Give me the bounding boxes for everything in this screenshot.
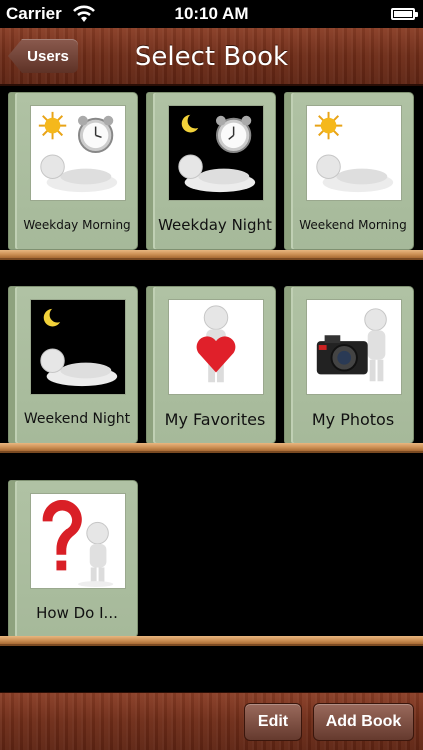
book-label: Weekend Morning [299, 218, 407, 232]
shelf-plank [0, 250, 423, 260]
sleeping-figure-moon-alarm-clock-icon [168, 105, 264, 201]
navigation-bar: Users Select Book [0, 28, 423, 86]
book-label: Weekend Night [23, 411, 131, 427]
book-my-photos[interactable]: My Photos [284, 286, 414, 444]
book-label: How Do I... [36, 604, 118, 622]
book-weekday-morning[interactable]: Weekday Morning [8, 92, 138, 250]
book-label: My Photos [311, 409, 395, 429]
figure-holding-heart-icon [168, 299, 264, 395]
book-weekday-night[interactable]: Weekday Night [146, 92, 276, 250]
figure-with-camera-icon [306, 299, 402, 395]
book-label: Weekday Night [158, 216, 272, 234]
shelf-plank [0, 636, 423, 646]
battery-icon [391, 8, 418, 20]
figure-question-mark-icon [30, 493, 126, 589]
add-book-button[interactable]: Add Book [313, 703, 414, 741]
edit-button[interactable]: Edit [244, 703, 302, 741]
book-label: Weekday Morning [23, 218, 131, 232]
book-weekend-morning[interactable]: Weekend Morning [284, 92, 414, 250]
sleeping-figure-moon-icon [30, 299, 126, 395]
book-weekend-night[interactable]: Weekend Night [8, 286, 138, 444]
bottom-toolbar: Edit Add Book [0, 692, 423, 750]
page-title: Select Book [134, 42, 289, 72]
sleeping-figure-sun-icon [306, 105, 402, 201]
sleeping-figure-sun-alarm-clock-icon [30, 105, 126, 201]
shelf-plank [0, 443, 423, 453]
status-time: 10:10 AM [174, 4, 249, 23]
book-how-do-i[interactable]: How Do I... [8, 480, 138, 638]
status-bar: Carrier 10:10 AM [0, 0, 423, 28]
book-my-favorites[interactable]: My Favorites [146, 286, 276, 444]
book-label: My Favorites [164, 409, 266, 429]
